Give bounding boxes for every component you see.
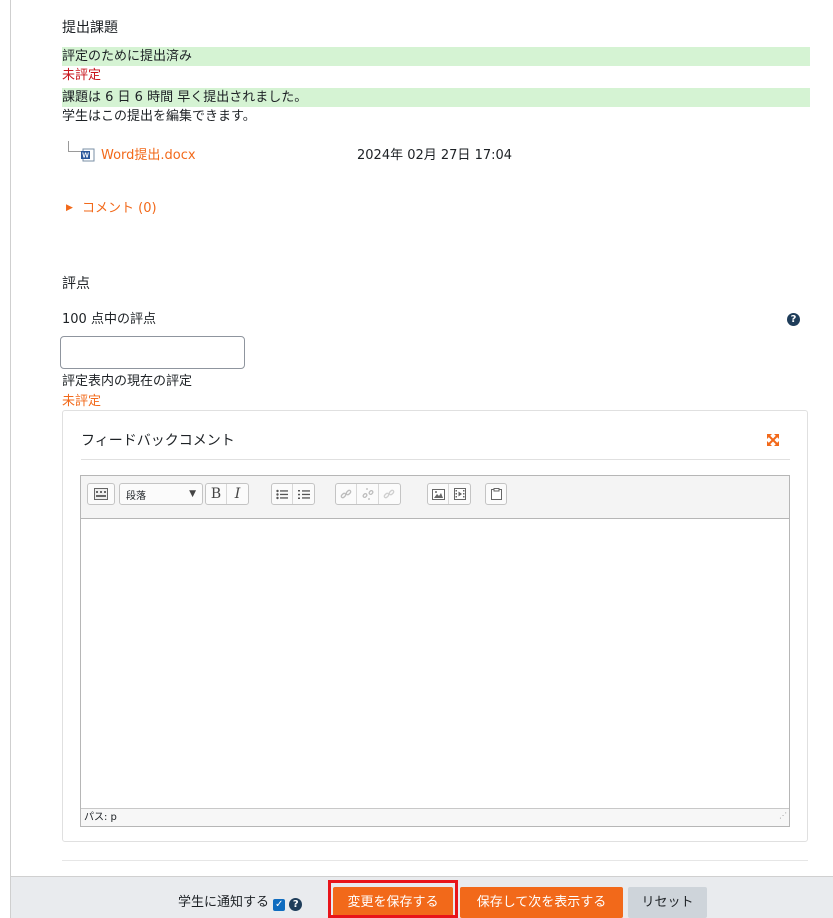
submission-heading: 提出課題 [62,20,118,36]
editor-toolbar: 段落 ▼ B I [81,476,789,519]
chevron-down-icon: ▼ [189,489,196,499]
current-grade-label: 評定表内の現在の評定 [62,374,193,389]
ordered-list-icon[interactable] [293,484,314,504]
editor-path: パス: p [84,812,117,823]
keyboard-icon [88,484,114,504]
tree-connector [68,141,81,152]
word-file-icon: W [81,148,95,162]
svg-text:W: W [82,153,89,160]
paste-group [485,483,507,505]
grade-input[interactable] [60,336,245,369]
notify-label: 学生に通知する [178,895,270,910]
current-grade-value: 未評定 [62,394,102,409]
reset-button[interactable]: リセット [628,887,707,918]
caret-right-icon[interactable]: ▶ [66,201,73,215]
rich-text-editor[interactable]: 段落 ▼ B I パス: p ⋰ [80,475,790,827]
editor-statusbar: パス: p ⋰ [81,808,789,826]
paragraph-select[interactable]: 段落 ▼ [119,483,203,505]
list-group [271,483,315,505]
unordered-list-icon[interactable] [272,484,294,504]
collapse-icon[interactable] [766,433,780,447]
help-icon[interactable]: ? [787,313,800,326]
status-grading: 未評定 [62,68,102,83]
image-icon[interactable] [428,484,450,504]
clipboard-icon[interactable] [486,484,506,504]
media-group [427,483,471,505]
highlight-box [328,880,458,918]
link-icon[interactable] [336,484,358,504]
status-submitted: 評定のために提出済み [62,49,193,64]
media-icon[interactable] [449,484,470,504]
feedback-heading: フィードバックコメント [81,433,235,449]
section-divider [62,860,808,861]
comments-toggle[interactable]: コメント (0) [82,199,157,218]
file-date: 2024年 02月 27日 17:04 [357,148,513,163]
feedback-divider [81,459,790,460]
anchor-link-icon[interactable] [379,484,400,504]
grade-heading: 評点 [62,276,90,292]
unlink-icon[interactable] [357,484,379,504]
link-group [335,483,401,505]
notify-student-control[interactable]: 学生に通知する ✓ ? [178,895,303,911]
italic-button[interactable]: I [227,484,248,504]
edit-note: 学生はこの提出を編集できます。 [62,109,256,124]
paragraph-select-value: 段落 [126,490,146,502]
format-group: B I [205,483,249,505]
save-and-next-button[interactable]: 保存して次を表示する [460,887,623,918]
toolbar-toggle-button[interactable] [87,483,115,505]
file-link[interactable]: Word提出.docx [101,146,196,165]
grade-label: 100 点中の評点 [62,312,156,327]
time-note: 課題は 6 日 6 時間 早く提出されました。 [62,90,308,105]
bold-button[interactable]: B [206,484,228,504]
notify-checkbox[interactable]: ✓ [273,899,286,911]
help-icon[interactable]: ? [289,898,303,911]
resize-handle-icon[interactable]: ⋰ [779,807,787,824]
